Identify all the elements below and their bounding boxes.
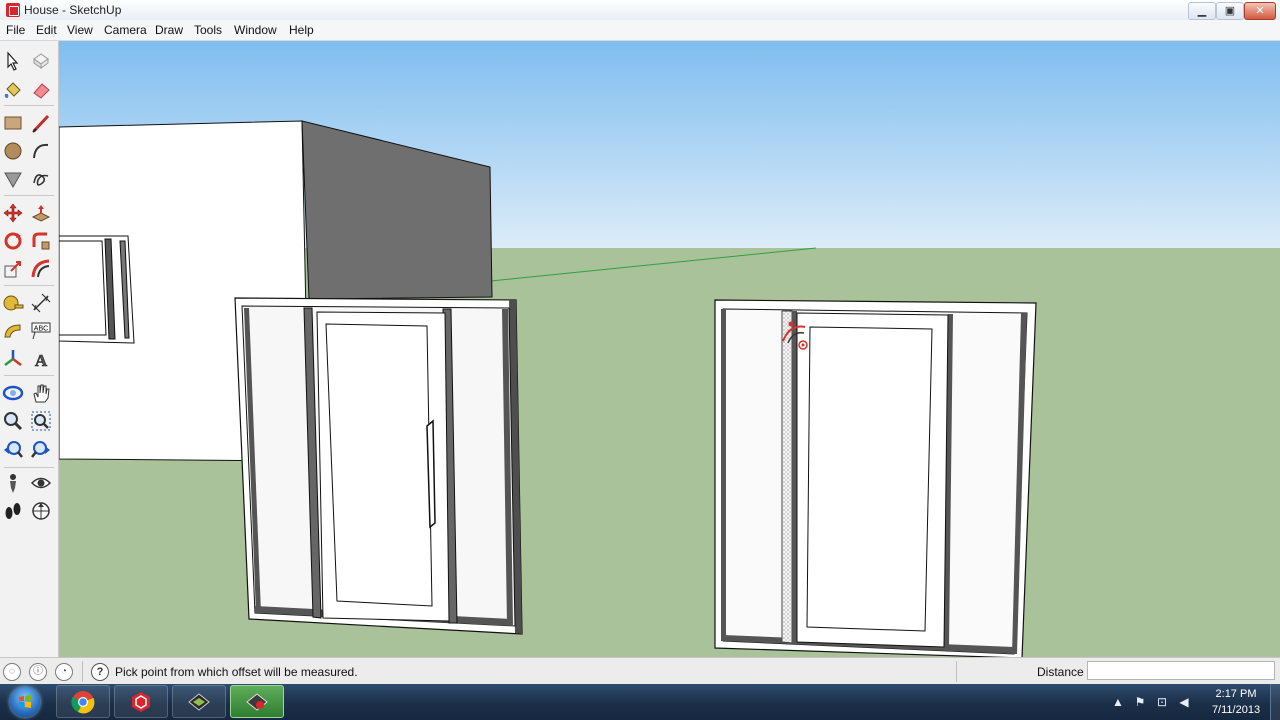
toolbar-separator (4, 375, 54, 376)
windows-taskbar: ▲ ⚑ ⊡ ◀ 2:17 PM 7/11/2013 (0, 684, 1280, 720)
orbit-tool-icon[interactable] (1, 381, 25, 405)
3d-scene[interactable] (59, 41, 1280, 657)
walk-tool-icon[interactable] (1, 499, 25, 523)
dimension-tool-icon[interactable] (29, 291, 53, 315)
taskbar-sketchup[interactable] (114, 685, 168, 718)
door-unit-right[interactable] (714, 299, 1037, 657)
axes-tool-icon[interactable] (1, 347, 25, 371)
tape-measure-tool-icon[interactable] (1, 291, 25, 315)
selected-face-highlight[interactable] (781, 310, 793, 644)
maximize-button[interactable]: ▣ (1216, 2, 1244, 20)
push-pull-tool-icon[interactable] (29, 201, 53, 225)
menu-camera[interactable]: Camera (104, 23, 147, 37)
offset-tool-icon[interactable] (29, 257, 53, 281)
door-panel (325, 323, 433, 607)
taskbar-layout[interactable] (172, 685, 226, 718)
show-desktop-button[interactable] (1270, 684, 1280, 720)
eraser-tool-icon[interactable] (29, 78, 53, 102)
toolbar-separator (4, 195, 54, 196)
previous-view-icon[interactable] (1, 437, 25, 461)
geo-location-icon[interactable]: ◌ (3, 663, 21, 681)
next-view-icon[interactable] (29, 437, 53, 461)
toolbar-separator (4, 285, 54, 286)
instructor-help-icon[interactable]: ? (91, 663, 109, 681)
freehand-tool-icon[interactable] (29, 167, 53, 191)
measurements-input[interactable] (1087, 661, 1275, 680)
layout-icon (188, 692, 210, 711)
taskbar-style-builder[interactable] (230, 685, 284, 718)
drawing-viewport[interactable] (59, 41, 1280, 657)
action-center-flag-icon[interactable]: ⚑ (1133, 695, 1147, 709)
rotate-tool-icon[interactable] (1, 229, 25, 253)
position-camera-tool-icon[interactable] (1, 471, 25, 495)
style-builder-icon (246, 692, 268, 711)
sketchup-app-icon[interactable] (6, 3, 20, 17)
chrome-icon (71, 690, 95, 713)
credits-icon[interactable]: ⓘ (29, 663, 47, 681)
menu-edit[interactable]: Edit (36, 23, 57, 37)
door-unit-left[interactable] (234, 297, 523, 635)
rectangle-tool-icon[interactable] (1, 111, 25, 135)
door-jamb-left (721, 309, 726, 641)
follow-me-tool-icon[interactable] (29, 229, 53, 253)
minimize-button[interactable]: ▁ (1188, 2, 1216, 20)
status-divider (956, 661, 957, 682)
protractor-tool-icon[interactable] (1, 319, 25, 343)
zoom-tool-icon[interactable] (1, 409, 25, 433)
clock-date[interactable]: 7/11/2013 (1205, 704, 1267, 716)
text-tool-icon[interactable]: ABC (29, 319, 53, 343)
select-tool-icon[interactable] (1, 49, 25, 73)
menu-view[interactable]: View (67, 23, 93, 37)
volume-icon[interactable]: ◀ (1177, 695, 1191, 709)
scale-tool-icon[interactable] (1, 257, 25, 281)
look-around-tool-icon[interactable] (29, 471, 53, 495)
status-hint-text: Pick point from which offset will be mea… (115, 665, 358, 679)
pan-tool-icon[interactable] (29, 381, 53, 405)
start-button[interactable] (4, 685, 46, 719)
menu-tools[interactable]: Tools (194, 23, 222, 37)
zoom-window-tool-icon[interactable] (29, 409, 53, 433)
door-panel (806, 326, 933, 632)
user-account-icon[interactable]: ◔ (55, 663, 73, 681)
menu-window[interactable]: Window (234, 23, 277, 37)
menu-file[interactable]: File (6, 23, 25, 37)
safely-remove-hardware-icon[interactable]: ⊡ (1155, 695, 1169, 709)
large-tool-set-toolbar: ABC A (0, 41, 59, 657)
arc-tool-icon[interactable] (29, 139, 53, 163)
taskbar-chrome[interactable] (56, 685, 110, 718)
sketchup-icon (132, 691, 150, 712)
measurements-label: Distance (1037, 665, 1084, 679)
menu-bar: File Edit View Camera Draw Tools Window … (0, 20, 1280, 41)
make-component-tool-icon[interactable] (29, 49, 53, 73)
toolbar-separator (4, 105, 54, 106)
toolbar-separator (4, 467, 54, 468)
3d-text-tool-icon[interactable]: A (29, 347, 53, 371)
title-bar: House - SketchUp ▁ ▣ ✕ (0, 0, 1280, 20)
windows-logo-icon (10, 687, 40, 717)
window-title: House - SketchUp (24, 3, 122, 17)
menu-help[interactable]: Help (289, 23, 314, 37)
line-tool-icon[interactable] (29, 111, 53, 135)
polygon-tool-icon[interactable] (1, 167, 25, 191)
section-plane-tool-icon[interactable] (29, 499, 53, 523)
close-button[interactable]: ✕ (1244, 2, 1276, 20)
menu-draw[interactable]: Draw (155, 23, 183, 37)
text-tool-label: ABC (34, 326, 48, 333)
house-window[interactable] (59, 235, 135, 344)
circle-tool-icon[interactable] (1, 139, 25, 163)
status-bar: ◌ ⓘ ◔ ? Pick point from which offset wil… (0, 657, 1280, 685)
3d-text-tool-label: A (35, 351, 48, 370)
paint-bucket-tool-icon[interactable] (1, 78, 25, 102)
clock-time[interactable]: 2:17 PM (1205, 688, 1267, 700)
door-sidelight-divider-left (792, 311, 797, 643)
show-hidden-icons-icon[interactable]: ▲ (1111, 695, 1125, 709)
window-pane (59, 240, 107, 336)
status-divider (82, 661, 83, 682)
move-tool-icon[interactable] (1, 201, 25, 225)
